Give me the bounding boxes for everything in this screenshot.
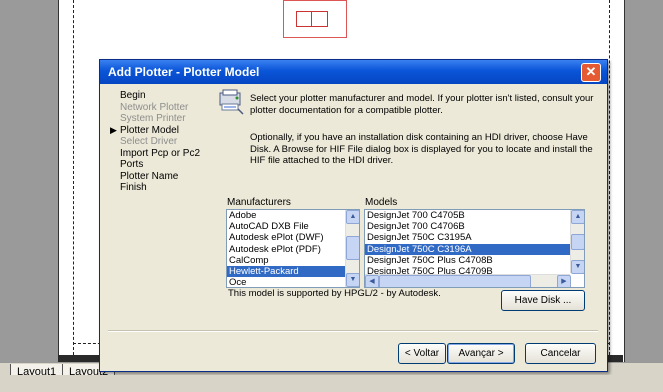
step-plotter-model: ▶ Plotter Model bbox=[106, 125, 216, 137]
scroll-right-icon[interactable]: ▶ bbox=[557, 275, 571, 287]
status-bar bbox=[0, 375, 663, 391]
dialog-title: Add Plotter - Plotter Model bbox=[108, 65, 260, 79]
scroll-up-icon[interactable]: ▲ bbox=[346, 210, 359, 224]
list-item[interactable]: Adobe bbox=[227, 210, 359, 221]
step-label: Plotter Name bbox=[120, 170, 179, 182]
drawing-viewport bbox=[283, 0, 347, 38]
step-label: Import Pcp or Pc2 bbox=[120, 147, 201, 159]
cancel-button[interactable]: Cancelar bbox=[525, 343, 596, 364]
models-scrollbar[interactable]: ▲ ▼ bbox=[570, 210, 584, 274]
step-label: Finish bbox=[120, 182, 147, 193]
list-item-selected[interactable]: DesignJet 750C C3196A bbox=[365, 243, 584, 255]
scroll-thumb[interactable] bbox=[571, 234, 584, 250]
step-label: System Printer bbox=[120, 113, 186, 124]
step-label: Network Plotter bbox=[120, 101, 189, 113]
list-item[interactable]: DesignJet 700 C4706B bbox=[365, 221, 584, 232]
dialog-titlebar[interactable]: Add Plotter - Plotter Model ✕ bbox=[100, 60, 607, 84]
list-item-selected[interactable]: Hewlett-Packard bbox=[227, 265, 359, 278]
separator bbox=[108, 330, 598, 332]
scroll-down-icon[interactable]: ▼ bbox=[346, 273, 359, 287]
list-item[interactable]: Autodesk ePlot (PDF) bbox=[227, 244, 359, 255]
list-item[interactable]: DesignJet 750C Plus C4708B bbox=[365, 255, 584, 266]
step-label: Select Driver bbox=[120, 136, 178, 147]
scroll-up-icon[interactable]: ▲ bbox=[571, 210, 584, 224]
list-item[interactable]: DesignJet 750C C3195A bbox=[365, 232, 584, 243]
optional-text: Optionally, if you have an installation … bbox=[250, 132, 593, 166]
current-step-arrow-icon: ▶ bbox=[110, 124, 117, 135]
manufacturers-scrollbar[interactable]: ▲ ▼ bbox=[345, 210, 359, 287]
models-label: Models bbox=[365, 197, 398, 208]
intro-text: Select your plotter manufacturer and mod… bbox=[250, 93, 594, 116]
viewport-frame bbox=[296, 11, 328, 27]
step-plotter-name: Plotter Name bbox=[106, 171, 216, 183]
step-finish: Finish bbox=[106, 182, 216, 194]
scroll-thumb[interactable] bbox=[346, 236, 359, 260]
have-disk-button[interactable]: Have Disk ... bbox=[501, 290, 585, 311]
driver-note: This model is supported by HPGL/2 - by A… bbox=[228, 288, 441, 299]
models-list[interactable]: DesignJet 700 C4705B DesignJet 700 C4706… bbox=[364, 209, 585, 288]
scroll-left-icon[interactable]: ◀ bbox=[365, 275, 379, 287]
plotter-icon bbox=[219, 89, 244, 115]
close-icon[interactable]: ✕ bbox=[581, 63, 601, 82]
step-network-plotter: Network Plotter bbox=[106, 102, 216, 114]
next-button[interactable]: Avançar > bbox=[447, 343, 515, 364]
step-label: Ports bbox=[120, 159, 144, 170]
list-item[interactable]: CalComp bbox=[227, 255, 359, 266]
back-button[interactable]: < Voltar bbox=[398, 343, 446, 364]
add-plotter-dialog: Add Plotter - Plotter Model ✕ Begin Netw… bbox=[99, 59, 608, 372]
step-label: Plotter Model bbox=[120, 124, 179, 136]
wizard-steps: Begin Network Plotter System Printer ▶ Pl… bbox=[106, 90, 216, 194]
scroll-thumb[interactable] bbox=[379, 275, 531, 287]
list-item[interactable]: DesignJet 700 C4705B bbox=[365, 210, 584, 221]
margin-line-left bbox=[73, 0, 74, 355]
step-system-printer: System Printer bbox=[106, 113, 216, 125]
manufacturers-label: Manufacturers bbox=[227, 197, 291, 208]
step-ports: Ports bbox=[106, 159, 216, 171]
step-import-pcp: Import Pcp or Pc2 bbox=[106, 148, 216, 160]
list-item[interactable]: Oce bbox=[227, 277, 359, 287]
margin-line-right bbox=[609, 0, 610, 355]
manufacturers-list[interactable]: Adobe AutoCAD DXB File Autodesk ePlot (D… bbox=[226, 209, 360, 288]
scroll-down-icon[interactable]: ▼ bbox=[571, 260, 584, 274]
list-item[interactable]: Autodesk ePlot (DWF) bbox=[227, 232, 359, 243]
step-label: Begin bbox=[120, 90, 146, 101]
list-item[interactable]: AutoCAD DXB File bbox=[227, 221, 359, 232]
step-select-driver: Select Driver bbox=[106, 136, 216, 148]
models-hscrollbar[interactable]: ◀ ▶ bbox=[365, 274, 571, 287]
step-begin: Begin bbox=[106, 90, 216, 102]
